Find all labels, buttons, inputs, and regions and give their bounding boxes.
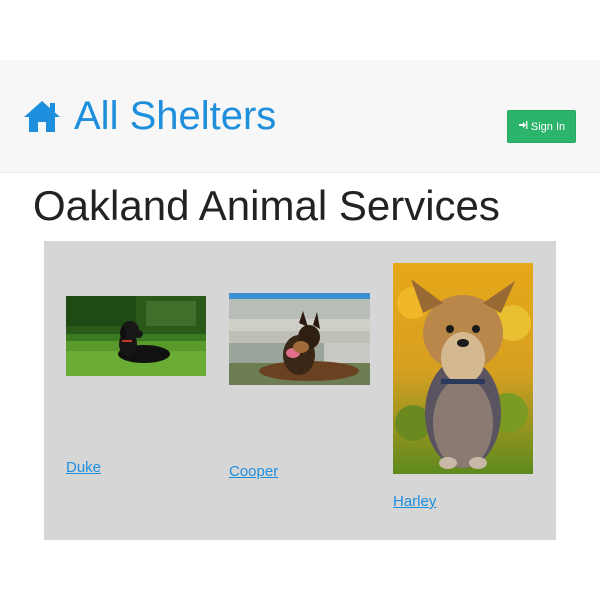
page-title: Oakland Animal Services [33, 182, 500, 229]
sign-in-button[interactable]: Sign In [507, 110, 576, 143]
pet-name-link[interactable]: Harley [393, 493, 436, 510]
pet-grid: Duke Cooper Harley [44, 241, 556, 540]
brand-label: All Shelters [74, 94, 277, 138]
pet-photo[interactable] [66, 296, 206, 376]
sign-in-label: Sign In [530, 120, 566, 133]
pet-name-link[interactable]: Cooper [229, 463, 278, 480]
pet-photo[interactable] [229, 293, 370, 385]
pet-name-link[interactable]: Duke [66, 459, 101, 476]
sign-in-icon [518, 120, 531, 133]
pet-photo[interactable] [393, 263, 533, 474]
brand-link[interactable]: All Shelters [22, 92, 276, 140]
home-icon [22, 99, 62, 133]
